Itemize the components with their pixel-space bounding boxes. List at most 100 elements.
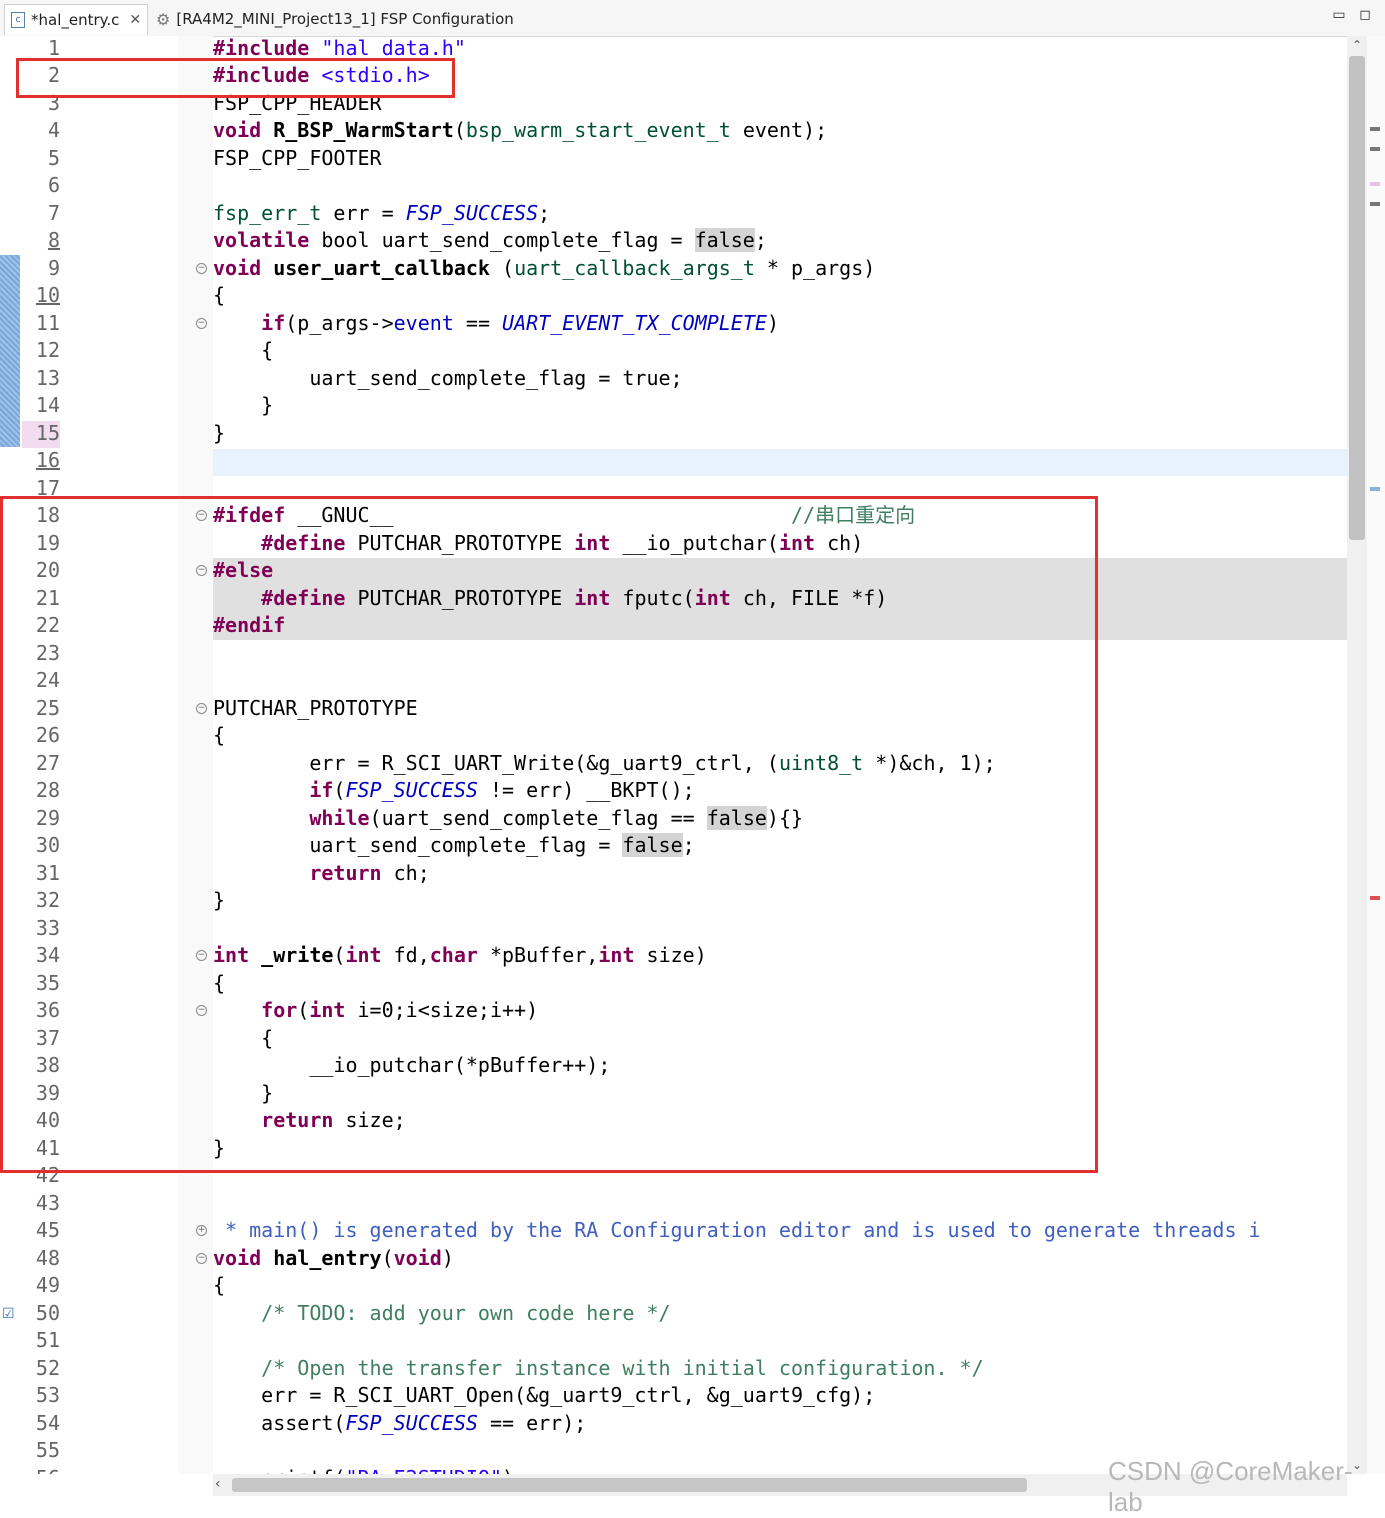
code-line[interactable]: 45 + * main() is generated by the RA Conf… bbox=[0, 1217, 1347, 1245]
code-line[interactable]: 7 fsp_err_t err = FSP_SUCCESS; bbox=[0, 200, 1347, 228]
code-text[interactable]: err = R_SCI_UART_Open(&g_uart9_ctrl, &g_… bbox=[213, 1382, 875, 1410]
code-line[interactable]: 30 uart_send_complete_flag = false; bbox=[0, 832, 1347, 860]
close-icon[interactable]: ✕ bbox=[129, 12, 141, 28]
code-line[interactable]: 39 } bbox=[0, 1080, 1347, 1108]
vertical-scroll-thumb[interactable] bbox=[1349, 56, 1365, 540]
code-line[interactable]: 27 err = R_SCI_UART_Write(&g_uart9_ctrl,… bbox=[0, 750, 1347, 778]
overview-mark[interactable] bbox=[1370, 127, 1380, 131]
error-mark[interactable] bbox=[1370, 896, 1380, 900]
code-text[interactable]: { bbox=[213, 337, 273, 365]
code-line[interactable]: 36 − for(int i=0;i<size;i++) bbox=[0, 997, 1347, 1025]
code-text[interactable]: { bbox=[213, 282, 225, 310]
code-text[interactable]: #define PUTCHAR_PROTOTYPE int __io_putch… bbox=[213, 530, 863, 558]
code-text[interactable]: printf("RA_E2STUDIO"); bbox=[213, 1465, 526, 1475]
code-line[interactable]: 52 /* Open the transfer instance with in… bbox=[0, 1355, 1347, 1383]
code-text[interactable]: while(uart_send_complete_flag == false){… bbox=[213, 805, 803, 833]
collapse-icon[interactable]: − bbox=[196, 565, 207, 576]
code-text[interactable]: void hal_entry(void) bbox=[213, 1245, 454, 1273]
code-text[interactable]: uart_send_complete_flag = false; bbox=[213, 832, 695, 860]
horizontal-scroll-thumb[interactable] bbox=[232, 1478, 1027, 1492]
scroll-left-icon[interactable]: ‹ bbox=[215, 1476, 221, 1492]
code-text[interactable]: assert(FSP_SUCCESS == err); bbox=[213, 1410, 586, 1438]
overview-mark[interactable] bbox=[1370, 487, 1380, 491]
code-text[interactable]: if(p_args->event == UART_EVENT_TX_COMPLE… bbox=[213, 310, 779, 338]
code-line[interactable]: 34 − int _write(int fd,char *pBuffer,int s… bbox=[0, 942, 1347, 970]
code-line[interactable]: 28 if(FSP_SUCCESS != err) __BKPT(); bbox=[0, 777, 1347, 805]
maximize-icon[interactable]: ◻ bbox=[1356, 6, 1374, 23]
code-text[interactable]: { bbox=[213, 970, 225, 998]
code-text[interactable]: } bbox=[213, 392, 273, 420]
code-line[interactable]: 33 bbox=[0, 915, 1347, 943]
code-text[interactable]: int _write(int fd,char *pBuffer,int size… bbox=[213, 942, 707, 970]
scroll-up-icon[interactable]: ⌃ bbox=[1349, 38, 1365, 52]
code-line[interactable]: 50 ☑ /* TODO: add your own code here */ bbox=[0, 1300, 1347, 1328]
code-text[interactable]: } bbox=[213, 1135, 225, 1163]
code-text[interactable]: #endif bbox=[213, 612, 285, 640]
code-line[interactable]: 6 bbox=[0, 172, 1347, 200]
code-text[interactable]: { bbox=[213, 722, 225, 750]
code-line[interactable]: 49 { bbox=[0, 1272, 1347, 1300]
code-line[interactable]: 53 err = R_SCI_UART_Open(&g_uart9_ctrl, … bbox=[0, 1382, 1347, 1410]
code-text[interactable]: FSP_CPP_HEADER bbox=[213, 90, 382, 118]
collapse-icon[interactable]: − bbox=[196, 317, 207, 329]
code-text[interactable]: PUTCHAR_PROTOTYPE bbox=[213, 695, 418, 723]
overview-mark[interactable] bbox=[1370, 202, 1380, 206]
code-line[interactable]: 23 bbox=[0, 640, 1347, 668]
code-line[interactable]: 14 } bbox=[0, 392, 1347, 420]
code-text[interactable]: #include <stdio.h> bbox=[213, 62, 430, 90]
code-line[interactable]: 19 #define PUTCHAR_PROTOTYPE int __io_pu… bbox=[0, 530, 1347, 558]
code-line[interactable]: 29 while(uart_send_complete_flag == fals… bbox=[0, 805, 1347, 833]
code-line[interactable]: 20 − #else bbox=[0, 557, 1347, 585]
code-line[interactable]: 2 #include <stdio.h> bbox=[0, 62, 1347, 90]
code-text[interactable]: { bbox=[213, 1272, 225, 1300]
code-text[interactable]: #ifdef __GNUC__ //串口重定向 bbox=[213, 502, 915, 530]
code-line[interactable]: 12 { bbox=[0, 337, 1347, 365]
code-line[interactable]: 11 − if(p_args->event == UART_EVENT_TX_CO… bbox=[0, 310, 1347, 338]
code-line[interactable]: 17 bbox=[0, 475, 1347, 503]
code-text[interactable]: err = R_SCI_UART_Write(&g_uart9_ctrl, (u… bbox=[213, 750, 995, 778]
code-text[interactable]: for(int i=0;i<size;i++) bbox=[213, 997, 538, 1025]
collapse-icon[interactable]: − bbox=[196, 1252, 207, 1264]
code-text[interactable]: } bbox=[213, 1080, 273, 1108]
code-line[interactable]: 42 bbox=[0, 1162, 1347, 1190]
overview-mark[interactable] bbox=[1370, 182, 1380, 186]
collapse-icon[interactable]: − bbox=[196, 262, 207, 274]
code-text[interactable]: void user_uart_callback (uart_callback_a… bbox=[213, 255, 875, 283]
code-line[interactable]: 10 { bbox=[0, 282, 1347, 310]
code-text[interactable]: /* Open the transfer instance with initi… bbox=[213, 1355, 983, 1383]
collapse-icon[interactable]: − bbox=[196, 950, 207, 961]
code-line[interactable]: 31 return ch; bbox=[0, 860, 1347, 888]
collapse-icon[interactable]: − bbox=[196, 702, 207, 714]
code-line[interactable]: 21 #define PUTCHAR_PROTOTYPE int fputc(i… bbox=[0, 585, 1347, 613]
collapse-icon[interactable]: − bbox=[196, 510, 207, 521]
minimize-icon[interactable]: ▭ bbox=[1330, 6, 1348, 23]
overview-mark[interactable] bbox=[1370, 147, 1380, 151]
code-line[interactable]: 32} bbox=[0, 887, 1347, 915]
code-line[interactable]: 22 #endif bbox=[0, 612, 1347, 640]
code-text[interactable]: FSP_CPP_FOOTER bbox=[213, 145, 382, 173]
code-line[interactable]: 9 − void user_uart_callback (uart_callback… bbox=[0, 255, 1347, 283]
code-text[interactable]: uart_send_complete_flag = true; bbox=[213, 365, 682, 393]
code-text[interactable]: } bbox=[213, 420, 225, 448]
code-text[interactable]: } bbox=[213, 887, 225, 915]
code-line[interactable]: 35 { bbox=[0, 970, 1347, 998]
code-line[interactable]: 38 __io_putchar(*pBuffer++); bbox=[0, 1052, 1347, 1080]
code-line[interactable]: 54 assert(FSP_SUCCESS == err); bbox=[0, 1410, 1347, 1438]
overview-ruler[interactable] bbox=[1367, 36, 1385, 1474]
code-text[interactable]: #define PUTCHAR_PROTOTYPE int fputc(int … bbox=[213, 585, 887, 613]
code-line[interactable]: 37 { bbox=[0, 1025, 1347, 1053]
code-editor[interactable]: 1 #include "hal_data.h" 2 #include <stdio.h… bbox=[0, 36, 1347, 1474]
code-line[interactable]: 4 void R_BSP_WarmStart(bsp_warm_start_eve… bbox=[0, 117, 1347, 145]
code-line[interactable]: 15} bbox=[0, 420, 1347, 448]
code-line[interactable]: 5 FSP_CPP_FOOTER bbox=[0, 145, 1347, 173]
code-line[interactable]: 24 bbox=[0, 667, 1347, 695]
code-line[interactable]: 18 − #ifdef __GNUC__ //串口重定向 bbox=[0, 502, 1347, 530]
code-line[interactable]: 48 − void hal_entry(void) bbox=[0, 1245, 1347, 1273]
code-text[interactable]: #include "hal_data.h" bbox=[213, 36, 466, 62]
code-text[interactable]: fsp_err_t err = FSP_SUCCESS; bbox=[213, 200, 550, 228]
code-text[interactable]: return size; bbox=[213, 1107, 406, 1135]
task-marker-icon[interactable]: ☑ bbox=[2, 1305, 15, 1322]
code-line[interactable]: 43 bbox=[0, 1190, 1347, 1218]
code-text[interactable]: /* TODO: add your own code here */ bbox=[213, 1300, 670, 1328]
code-text[interactable]: __io_putchar(*pBuffer++); bbox=[213, 1052, 610, 1080]
